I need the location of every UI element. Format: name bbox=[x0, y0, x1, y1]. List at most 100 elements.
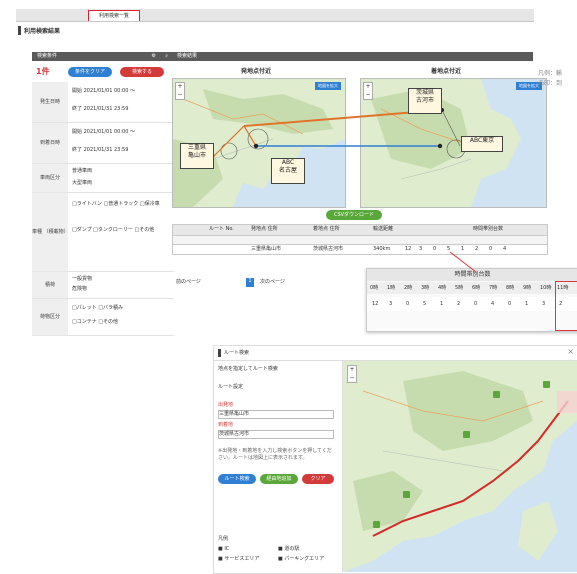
row-value-start[interactable]: 開始 2021/01/01 00:00 〜 bbox=[72, 129, 135, 136]
results-table: ルート No. 発地点 住所 着地点 住所 輸送距離 時間帯別台数 三重県亀山市… bbox=[172, 224, 548, 255]
legend-title: 凡例 bbox=[218, 536, 229, 542]
pager-prev[interactable]: 前のページ bbox=[176, 279, 201, 286]
cell-origin: 三重県亀山市 bbox=[251, 246, 282, 252]
checkbox-group[interactable]: □ライトバン □普通トラック □保冷車 bbox=[72, 201, 172, 208]
cell-hour: 4 bbox=[503, 246, 507, 252]
hour-label: 2時 bbox=[404, 285, 413, 291]
route-form: 地点を指定してルート検索 ルート設定 出発地 三重県亀山市 到着地 茨城県古河市… bbox=[214, 360, 343, 572]
hourly-zoom-panel: 時間帯別台数 0時 1時 2時 3時 4時 5時 6時 7時 8時 9時 10時… bbox=[366, 268, 577, 332]
legend-line-2: 凸印：到 bbox=[538, 80, 563, 87]
search-icon[interactable]: ⌕ bbox=[165, 52, 168, 61]
pager-next[interactable]: 次のページ bbox=[260, 279, 285, 286]
clear-route-button[interactable]: クリア bbox=[302, 474, 334, 484]
callout-origin-depot: ABC 名古屋 bbox=[271, 158, 305, 184]
route-map[interactable]: + − bbox=[343, 361, 577, 572]
form-row-departure: 発生日時 開始 2021/01/01 00:00 〜 終了 2021/01/31… bbox=[32, 82, 174, 123]
col-origin: 発地点 住所 bbox=[251, 226, 278, 232]
hour-label: 5時 bbox=[455, 285, 464, 291]
cell-distance: 340km bbox=[373, 246, 391, 252]
hourly-zoom-hours-row: 0時 1時 2時 3時 4時 5時 6時 7時 8時 9時 10時 11時 bbox=[367, 282, 577, 294]
checkbox-group[interactable]: □コンテナ □その他 bbox=[72, 319, 118, 326]
radio-option[interactable]: 普通車両 bbox=[72, 168, 92, 175]
radio-option[interactable]: 大型車両 bbox=[72, 180, 92, 187]
col-distance: 輸送距離 bbox=[373, 226, 394, 232]
checkbox-group[interactable]: □パレット □バラ積み bbox=[72, 305, 123, 312]
checkbox-group[interactable]: □ダンプ □タンクローリー □その他 bbox=[72, 227, 172, 234]
title-marker bbox=[218, 349, 221, 357]
result-count: 1件 bbox=[36, 67, 50, 76]
hour-label: 4時 bbox=[438, 285, 447, 291]
service-area-icon[interactable] bbox=[543, 381, 550, 388]
legend-item: ■ 道の駅 bbox=[278, 546, 300, 552]
goal-label: 到着地 bbox=[218, 422, 234, 428]
service-area-icon[interactable] bbox=[463, 431, 470, 438]
add-waypoint-button[interactable]: 経由地追加 bbox=[260, 474, 298, 484]
map-right-title: 着地点付近 bbox=[430, 68, 461, 75]
hour-value: 1 bbox=[525, 301, 529, 307]
col-route-no: ルート No. bbox=[209, 226, 234, 232]
hour-label: 0時 bbox=[370, 285, 379, 291]
form-row-vehicle-type: 車種 （積載物） □ライトバン □普通トラック □保冷車 □ダンプ □タンクロー… bbox=[32, 193, 174, 272]
clear-conditions-button[interactable]: 条件をクリア bbox=[68, 67, 112, 77]
cell-hour: 12 bbox=[405, 246, 412, 252]
row-value-start[interactable]: 開始 2021/01/01 00:00 〜 bbox=[72, 88, 135, 95]
csv-download-button[interactable]: CSVダウンロード bbox=[326, 210, 382, 220]
cell-destination: 茨城県古河市 bbox=[313, 246, 344, 252]
row-value-end[interactable]: 終了 2021/01/31 23:59 bbox=[72, 147, 128, 154]
person-icon[interactable]: ⚙ bbox=[152, 52, 156, 61]
cell-hour: 3 bbox=[419, 246, 423, 252]
legend-item: ■ IC bbox=[218, 546, 230, 552]
form-row-load: 荷物区分 □パレット □バラ積み □コンテナ □その他 bbox=[32, 299, 174, 336]
form-row-vehicle-class: 車両区分 普通車両 大型車両 bbox=[32, 164, 174, 193]
close-icon[interactable]: × bbox=[567, 347, 574, 356]
col-destination: 着地点 住所 bbox=[313, 226, 340, 232]
row-label: 到着日時 bbox=[32, 123, 68, 163]
hour-label: 3時 bbox=[421, 285, 430, 291]
hour-value: 2 bbox=[457, 301, 461, 307]
tab-2[interactable] bbox=[54, 10, 84, 20]
legend-item: ■ サービスエリア bbox=[218, 556, 260, 562]
service-area-icon[interactable] bbox=[403, 491, 410, 498]
start-input[interactable]: 三重県亀山市 bbox=[218, 410, 334, 419]
zoom-control[interactable]: + − bbox=[347, 365, 357, 383]
route-search-button[interactable]: ルート検索 bbox=[218, 474, 256, 484]
run-search-button[interactable]: 検索する bbox=[120, 67, 164, 77]
help-note: ※出発地・到着地を入力し検索ボタンを押してください。ルートは地図上に表示されます… bbox=[218, 448, 332, 461]
hour-label: 8時 bbox=[506, 285, 515, 291]
pager-current[interactable]: 1 bbox=[246, 278, 254, 287]
cell-hour: 0 bbox=[489, 246, 493, 252]
page-title: 利用検索結果 bbox=[24, 28, 61, 35]
col-hourly: 時間帯別台数 bbox=[473, 226, 504, 232]
cargo-option[interactable]: 危険物 bbox=[72, 286, 87, 293]
goal-input[interactable]: 茨城県古河市 bbox=[218, 430, 334, 439]
callout-origin-city: 三重県 亀山市 bbox=[180, 143, 214, 169]
route-window-title: ルート検索 bbox=[224, 350, 250, 356]
map-left-title: 発地点付近 bbox=[240, 68, 271, 75]
table-row[interactable]: 三重県亀山市 茨城県古河市 340km 12 3 0 5 1 2 0 4 bbox=[172, 244, 548, 255]
row-label: 発生日時 bbox=[32, 82, 68, 122]
highlight-box bbox=[555, 281, 577, 331]
conditions-header-label: 検索条件 bbox=[37, 53, 58, 59]
service-area-icon[interactable] bbox=[493, 391, 500, 398]
route-window-titlebar: ルート検索 × bbox=[214, 346, 577, 361]
route-map-tiles bbox=[343, 361, 577, 572]
conditions-header: 検索条件 ⚙ ⌕ bbox=[32, 52, 174, 61]
hourly-zoom-values-row: 12 3 0 5 1 2 0 4 0 1 3 2 bbox=[367, 297, 577, 311]
tab-search-list[interactable]: 利用検索一覧 bbox=[88, 10, 140, 21]
conditions-toolbar: 1件 条件をクリア 検索する bbox=[32, 64, 174, 80]
hour-value: 0 bbox=[406, 301, 410, 307]
service-area-icon[interactable] bbox=[373, 521, 380, 528]
row-value-end[interactable]: 終了 2021/01/31 23:59 bbox=[72, 106, 128, 113]
form-row-arrival: 到着日時 開始 2021/01/01 00:00 〜 終了 2021/01/31… bbox=[32, 123, 174, 164]
tab-1[interactable] bbox=[20, 10, 50, 20]
hour-label: 6時 bbox=[472, 285, 481, 291]
tab-bar: 利用検索一覧 bbox=[16, 9, 534, 22]
hour-value: 0 bbox=[474, 301, 478, 307]
route-settings-label: ルート設定 bbox=[218, 384, 244, 390]
hour-value: 3 bbox=[389, 301, 393, 307]
hour-value: 4 bbox=[491, 301, 495, 307]
cargo-option[interactable]: 一般貨物 bbox=[72, 276, 92, 283]
legend-item: ■ パーキングエリア bbox=[278, 556, 325, 562]
legend-line-1: 凡例：輸 bbox=[538, 70, 563, 77]
cell-hour: 0 bbox=[433, 246, 437, 252]
